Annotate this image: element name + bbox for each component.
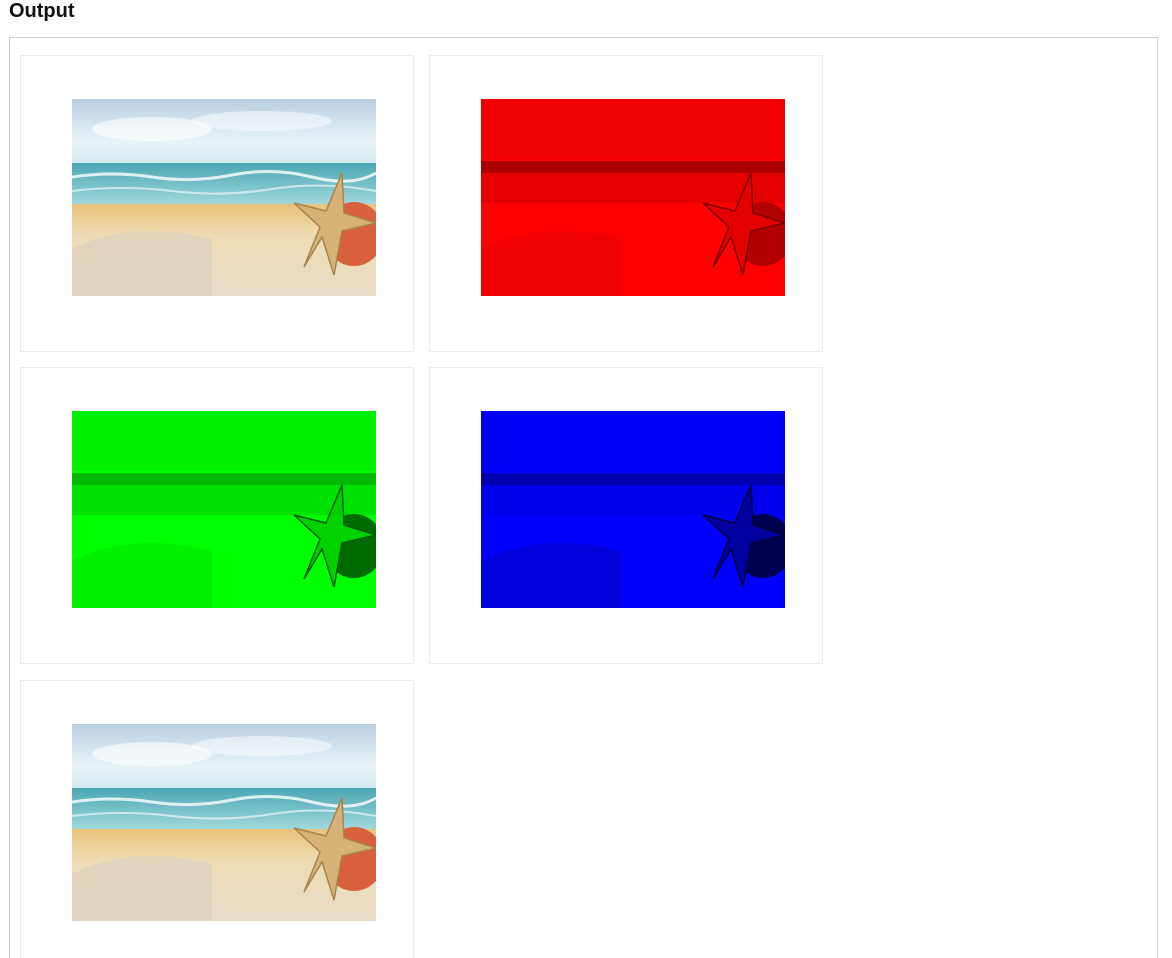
page: Output — [0, 0, 1172, 958]
beach-starfish-photo-original — [72, 724, 376, 921]
image-card-blue-channel — [429, 367, 823, 664]
image-card-original-1 — [20, 55, 414, 352]
beach-starfish-photo-red — [481, 99, 785, 296]
image-card-green-channel — [20, 367, 414, 664]
beach-starfish-photo-green — [72, 411, 376, 608]
image-card-red-channel — [429, 55, 823, 352]
beach-starfish-photo-blue — [481, 411, 785, 608]
image-card-original-2 — [20, 680, 414, 958]
beach-starfish-photo-original — [72, 99, 376, 296]
output-heading: Output — [9, 0, 75, 22]
output-container — [9, 37, 1158, 958]
